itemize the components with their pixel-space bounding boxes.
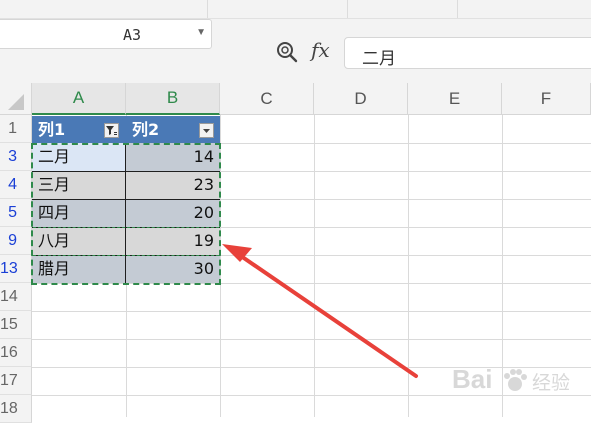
- watermark-sub: 经验: [532, 372, 571, 394]
- paw-icon: [504, 369, 527, 391]
- annotation-arrow: [222, 244, 418, 378]
- baidu-watermark: Bai 经验: [450, 360, 585, 410]
- watermark-text: Bai: [452, 364, 493, 394]
